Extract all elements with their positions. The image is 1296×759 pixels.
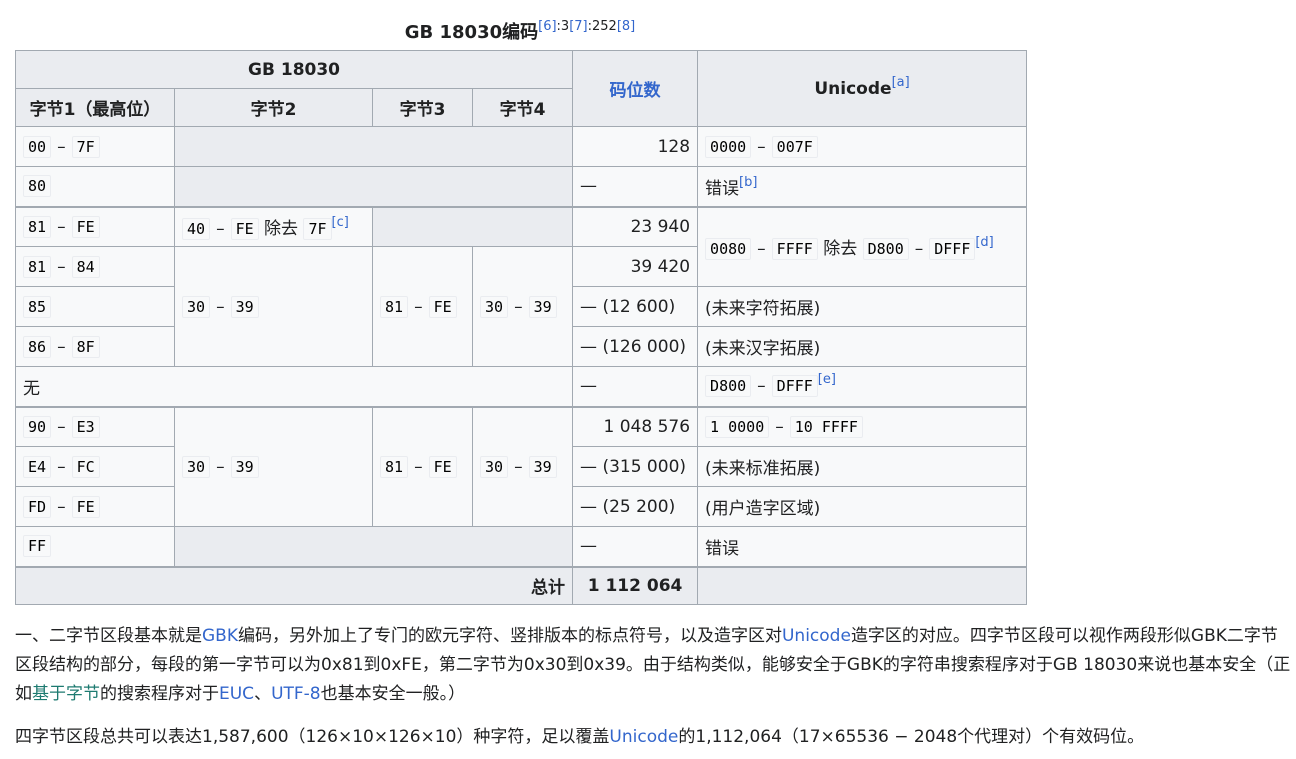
unicode-cell: 0000–007F [697,126,1028,167]
header-byte1: 字节1（最高位） [15,88,175,127]
byte1-cell: FF [15,526,175,567]
count-cell: 128 [572,126,699,167]
total-label: 总计 [14,565,574,605]
byte2-cell: 40– FE 除去 7F [c] [174,205,373,247]
byte2-cell: 30–39 [174,405,373,527]
paragraph-2: 四字节区段总共可以表达1,587,600（126×10×126×10）种字符，足… [15,727,1145,747]
note-c-link[interactable]: [c] [332,215,349,230]
header-row-1: GB 18030 码位数 Unicode[a] [14,50,1028,127]
note-a-link[interactable]: [a] [892,75,910,90]
utf8-link[interactable]: UTF-8 [271,684,321,704]
euc-link[interactable]: EUC [219,684,254,704]
byte4-cell: 30–39 [471,405,574,527]
count-cell: — [572,166,699,207]
total-count: 1 112 064 [572,565,699,605]
paragraph-1: 一、二字节区段基本就是GBK编码，另外加上了专门的欧元字符、竖排版本的标点符号，… [15,626,1291,704]
byte1-cell: 80 [15,166,175,207]
total-empty [697,565,1028,605]
ref-8-link[interactable]: [8] [617,19,635,34]
byte1-cell: E4– FC [15,446,175,487]
unicode-link[interactable]: Unicode [782,626,851,646]
table-row: 81– FE 40– FE 除去 7F [c] 23 940 0080– FFFF 除去… [15,205,1028,287]
count-cell: — [572,526,699,567]
byte1-cell: 00–7F [15,126,175,167]
empty-cell [173,526,574,567]
unicode-cell: 0080– FFFF 除去 D800– DFFF [d] [697,205,1028,287]
unicode-link-2[interactable]: Unicode [609,727,678,747]
table-row: 无 — D800– DFFF [e] [14,366,1028,407]
table-row: 80 — 错误[b] [15,166,1028,207]
header-codepoints: 码位数 [572,50,699,127]
header-byte3: 字节3 [372,88,473,127]
byte1-cell: 81–84 [15,246,175,287]
unicode-cell: D800– DFFF [e] [697,366,1028,407]
count-cell: — (12 600) [572,286,699,327]
byte1-cell: 81– FE [15,205,175,247]
unicode-cell: (用户造字区域) [697,486,1028,527]
byte-based-link[interactable]: 基于字节 [32,684,100,704]
empty-cell [371,205,574,247]
total-row: 总计 1 112 064 [14,565,1028,605]
note-e-link[interactable]: [e] [818,372,836,387]
header-byte4: 字节4 [471,88,574,127]
unicode-cell: 错误[b] [697,166,1028,207]
header-unicode: Unicode[a] [697,50,1028,127]
byte1-cell: 86–8F [15,326,175,367]
table-row: FF — 错误 [15,526,1028,567]
unicode-cell: (未来字符拓展) [697,286,1028,327]
byte3-cell: 81– FE [372,246,473,367]
unicode-cell: (未来汉字拓展) [697,326,1028,367]
unicode-cell: 1 0000–10 FFFF [697,405,1028,447]
count-cell: — (25 200) [572,486,699,527]
ref-6-page: :3 [556,19,570,34]
ref-6-link[interactable]: [6] [538,19,556,34]
unicode-cell: 错误 [697,526,1028,567]
byte2-cell: 30–39 [174,246,373,367]
header-gb18030: GB 18030 [14,50,574,89]
byte3-cell: 81– FE [372,405,473,527]
count-cell: 23 940 [572,205,699,247]
table-row: 00–7F 128 0000–007F [15,126,1028,167]
byte1-cell: 85 [15,286,175,327]
note-d-link[interactable]: [d] [975,235,993,250]
header-byte2: 字节2 [174,88,373,127]
unicode-cell: (未来标准拓展) [697,446,1028,487]
codepoints-link[interactable]: 码位数 [610,81,661,101]
note-b-link[interactable]: [b] [739,175,757,190]
gb18030-table: GB 18030 码位数 Unicode[a] 字节1（最高位） 字节2 字节3… [14,50,1028,605]
table-row: 90– E3 30–39 81– FE 30–39 1 048 576 1 0000… [15,405,1028,527]
count-cell: — (315 000) [572,446,699,487]
count-cell: — (126 000) [572,326,699,367]
count-cell: — [572,366,699,407]
caption-title: GB 18030编码 [404,22,539,43]
gbk-link[interactable]: GBK [202,626,238,646]
ref-7-link[interactable]: [7] [569,19,587,34]
table-caption: GB 18030编码[6]:3[7]:252[8] [15,20,1025,46]
ref-7-page: :252 [587,19,617,34]
byte1-cell: 90– E3 [15,405,175,447]
byte1-cell: FD – FE [15,486,175,527]
byte1-cell: 无 [14,366,574,407]
byte4-cell: 30–39 [471,246,574,367]
empty-cell [173,166,574,207]
count-cell: 1 048 576 [572,405,699,447]
empty-cell [173,126,574,167]
count-cell: 39 420 [572,246,699,287]
